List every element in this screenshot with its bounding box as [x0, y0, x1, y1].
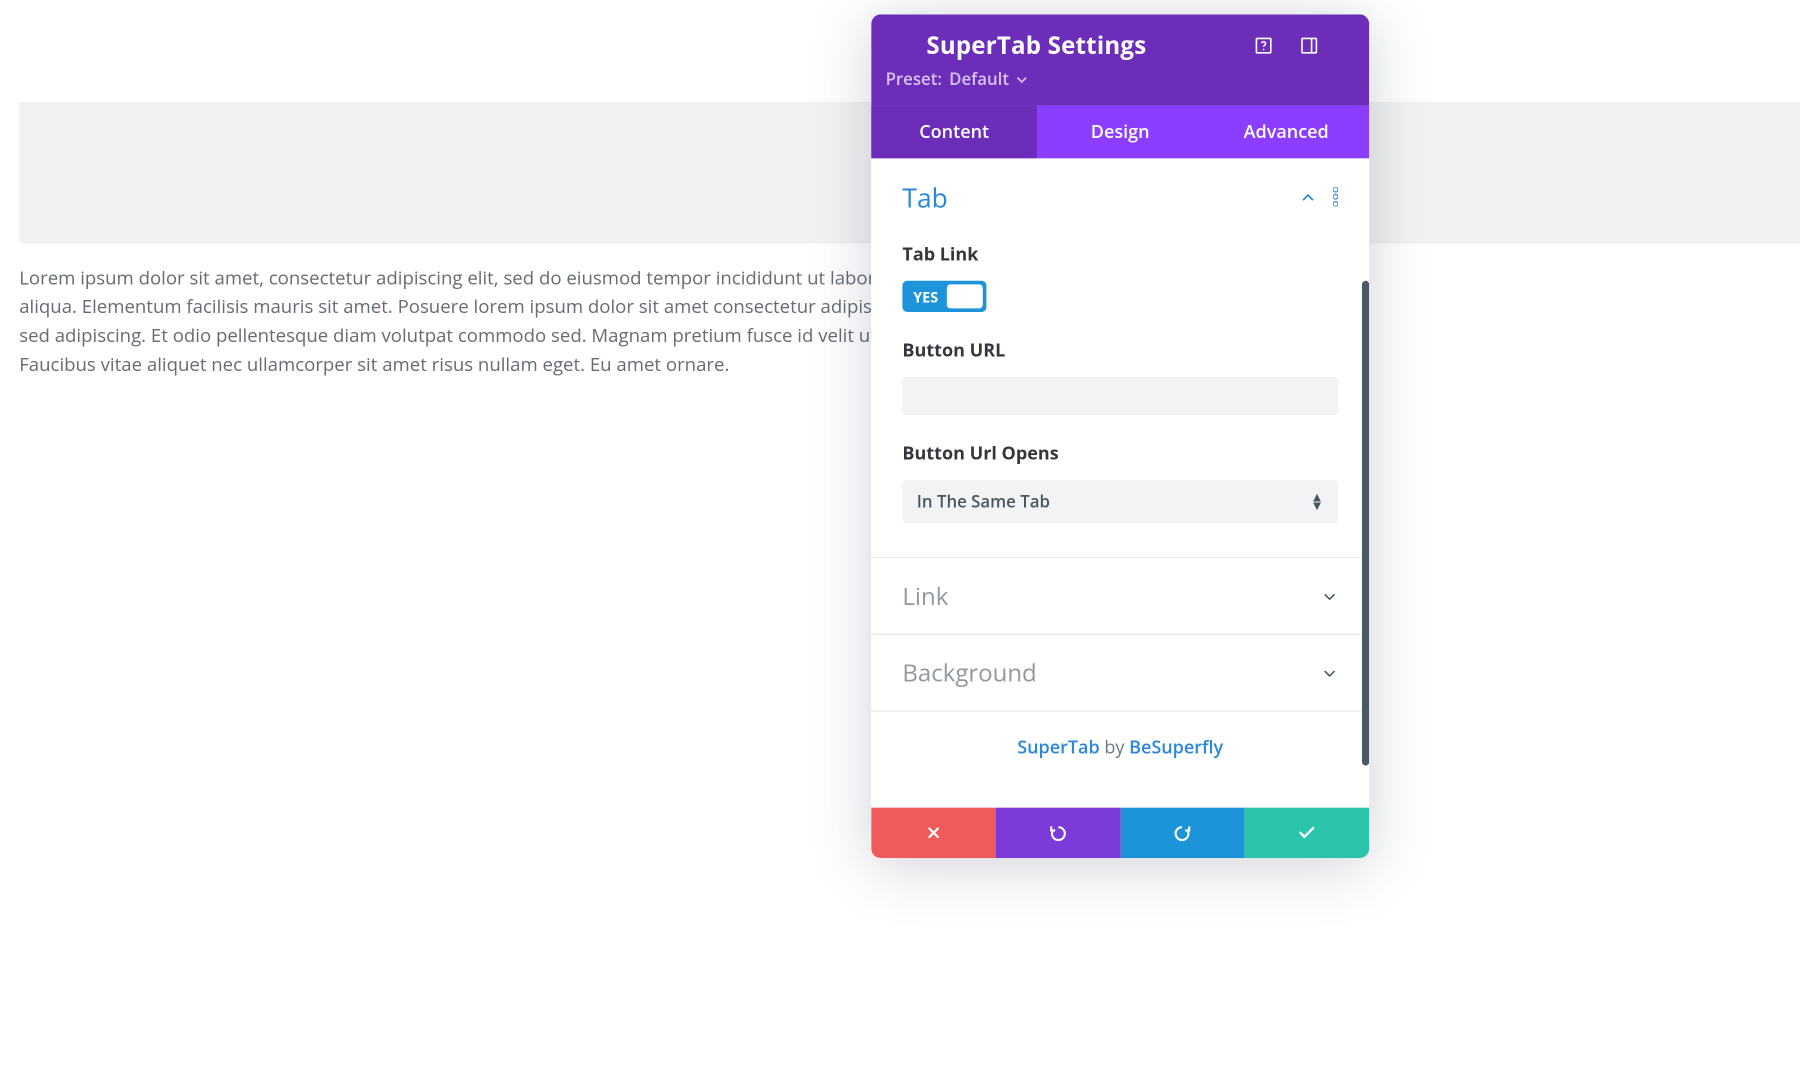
- field-button-url-opens: Button Url Opens In The Same Tab ▲▼: [902, 442, 1338, 524]
- field-label: Button Url Opens: [902, 442, 1338, 466]
- panel-header: SuperTab Settings Preset: Default: [871, 14, 1369, 105]
- preset-selector[interactable]: Preset: Default: [886, 68, 1350, 91]
- button-url-input[interactable]: [902, 377, 1338, 415]
- panel-tabs: Content Design Advanced: [871, 106, 1369, 159]
- panel-body: Tab Tab Link YES Bu: [871, 158, 1369, 807]
- field-tab-link: Tab Link YES: [902, 242, 1338, 312]
- section-more-icon[interactable]: [1333, 186, 1338, 210]
- panel-tab-advanced[interactable]: Advanced: [1203, 106, 1369, 159]
- credit-by: by: [1104, 736, 1124, 760]
- back-icon[interactable]: [886, 31, 910, 59]
- section-tab-header[interactable]: Tab: [902, 180, 1338, 216]
- section-link[interactable]: Link: [871, 557, 1369, 634]
- section-title: Background: [902, 656, 1036, 688]
- credit-author[interactable]: BeSuperfly: [1129, 736, 1223, 760]
- toggle-knob: [947, 284, 983, 308]
- preset-prefix: Preset:: [886, 68, 942, 91]
- preset-value: Default: [949, 68, 1009, 91]
- more-icon[interactable]: [1345, 35, 1350, 54]
- section-tab: Tab Tab Link YES Bu: [871, 158, 1369, 523]
- scrollbar[interactable]: [1362, 281, 1369, 766]
- select-value: In The Same Tab: [917, 490, 1050, 513]
- undo-button[interactable]: [996, 808, 1121, 858]
- button-url-opens-select[interactable]: In The Same Tab ▲▼: [902, 480, 1338, 523]
- tab-link-toggle[interactable]: YES: [902, 281, 986, 312]
- credit: SuperTab by BeSuperfly: [871, 710, 1369, 807]
- undo-icon: [1048, 823, 1067, 842]
- redo-button[interactable]: [1120, 808, 1245, 858]
- save-button[interactable]: [1245, 808, 1370, 858]
- check-icon: [1297, 823, 1316, 842]
- section-background[interactable]: Background: [871, 634, 1369, 711]
- caret-down-icon: [1016, 74, 1027, 85]
- credit-brand[interactable]: SuperTab: [1017, 736, 1100, 760]
- cancel-button[interactable]: [871, 808, 996, 858]
- section-title: Link: [902, 580, 948, 612]
- toggle-state-label: YES: [906, 286, 938, 306]
- help-icon[interactable]: [1254, 35, 1273, 54]
- redo-icon: [1173, 823, 1192, 842]
- chevron-down-icon: [1321, 587, 1338, 604]
- select-arrows-icon: ▲▼: [1311, 493, 1324, 510]
- dock-icon[interactable]: [1300, 35, 1319, 54]
- close-icon: [925, 824, 942, 841]
- chevron-down-icon: [1321, 664, 1338, 681]
- panel-title: SuperTab Settings: [926, 29, 1237, 61]
- field-button-url: Button URL: [902, 338, 1338, 415]
- panel-tab-design[interactable]: Design: [1037, 106, 1203, 159]
- section-title: Tab: [902, 180, 947, 216]
- settings-panel: SuperTab Settings Preset: Default: [871, 14, 1369, 858]
- panel-tab-content[interactable]: Content: [871, 106, 1037, 159]
- field-label: Tab Link: [902, 242, 1338, 266]
- field-label: Button URL: [902, 338, 1338, 362]
- chevron-up-icon: [1300, 190, 1317, 207]
- panel-footer: [871, 808, 1369, 858]
